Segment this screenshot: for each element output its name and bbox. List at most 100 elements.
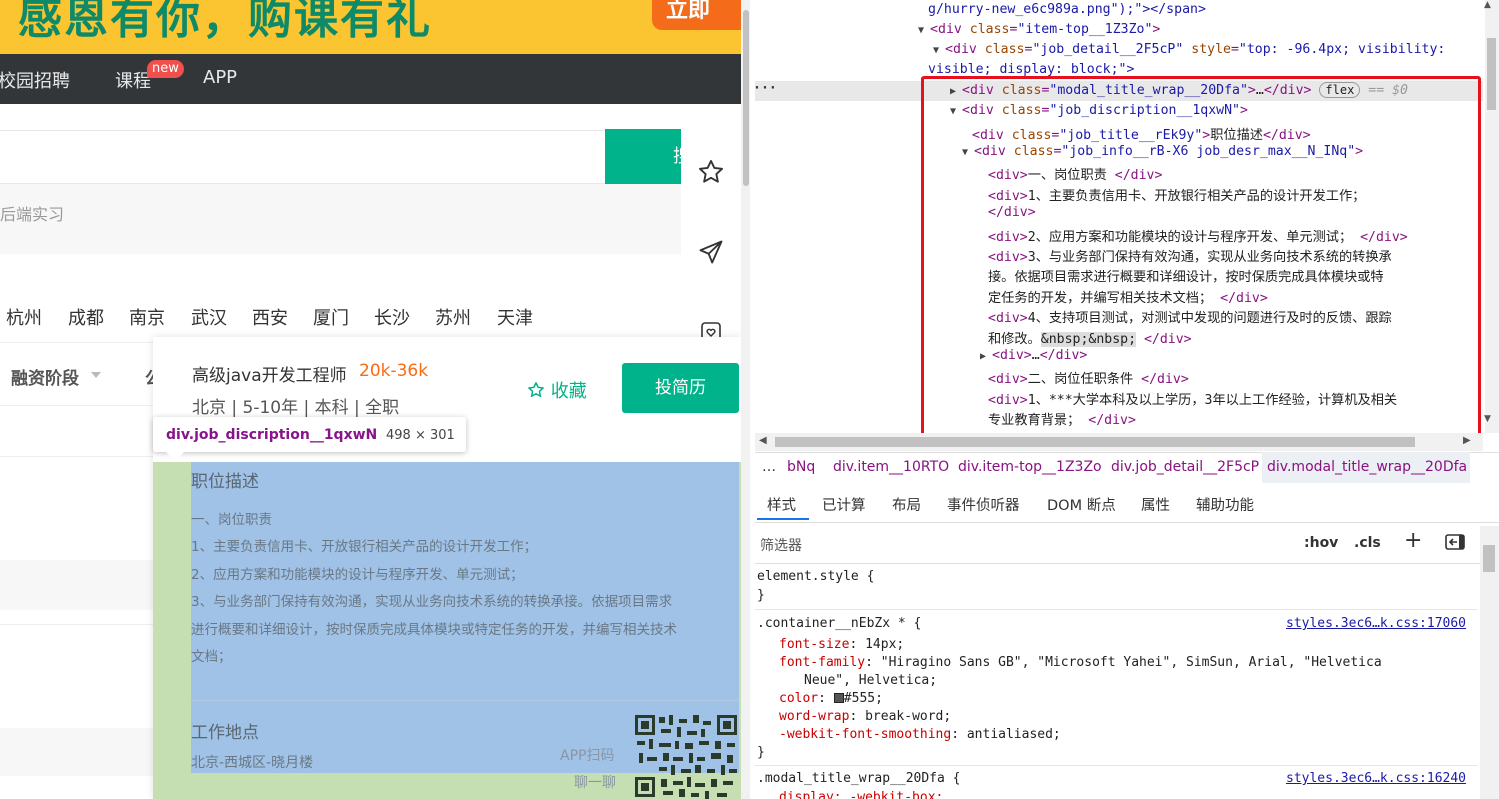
red-annotation-box xyxy=(921,76,1481,438)
job-title[interactable]: 高级java开发工程师 xyxy=(192,361,347,386)
city-suzhou[interactable]: 苏州 xyxy=(435,304,471,330)
scroll-right-icon[interactable]: ▶ xyxy=(1463,435,1471,446)
scroll-up-icon[interactable]: ▲ xyxy=(1484,0,1491,10)
list-item xyxy=(0,560,160,610)
chevron-down-icon xyxy=(91,372,101,378)
city-tianjin[interactable]: 天津 xyxy=(497,304,533,330)
tab-dom-breakpoints[interactable]: DOM 断点 xyxy=(1047,494,1116,515)
breadcrumb-item-active[interactable]: div.modal_title_wrap__20Dfa xyxy=(1267,459,1467,475)
css-property[interactable]: display: -webkit-box; xyxy=(779,790,943,799)
collect-label: 收藏 xyxy=(550,381,587,402)
rule-selector[interactable]: .container__nEbZx * { xyxy=(757,616,921,631)
divider xyxy=(0,624,160,625)
tooltip-arrow xyxy=(166,452,184,461)
app-chat-label: 聊一聊 xyxy=(574,775,616,791)
nav-item-app[interactable]: APP xyxy=(203,67,237,88)
cls-button[interactable]: .cls xyxy=(1354,535,1381,551)
nav-item-courses[interactable]: 课程 xyxy=(115,67,151,93)
element-style-rule[interactable]: element.style { xyxy=(757,569,874,584)
description-line: 一、岗位职责 xyxy=(191,512,272,528)
breadcrumb-item[interactable]: … xyxy=(762,459,776,475)
star-icon[interactable] xyxy=(697,158,725,186)
city-nanjing[interactable]: 南京 xyxy=(129,304,165,330)
breadcrumb-item[interactable]: bNq xyxy=(787,459,815,475)
dom-line[interactable]: visible; display: block;"> xyxy=(928,62,1134,77)
web-page: 感恩有你，购课有礼 立即 校园招聘 课程 new APP 搜 后端实习 杭州 成… xyxy=(0,0,750,799)
dom-vertical-scrollbar-thumb[interactable] xyxy=(1487,38,1496,110)
new-badge: new xyxy=(147,60,184,78)
tab-computed[interactable]: 已计算 xyxy=(822,494,866,515)
css-property[interactable]: font-size: 14px; xyxy=(779,637,904,652)
location-title: 工作地点 xyxy=(191,723,259,743)
send-icon[interactable] xyxy=(697,238,725,266)
banner-text: 感恩有你，购课有礼 xyxy=(18,0,432,44)
nav-item-campus[interactable]: 校园招聘 xyxy=(0,67,70,93)
city-chengdu[interactable]: 成都 xyxy=(68,304,104,330)
css-property[interactable]: -webkit-font-smoothing: antialiased; xyxy=(779,727,1061,742)
tooltip-selector: div.job_discription__1qxwN xyxy=(166,427,378,443)
apply-button[interactable]: 投简历 xyxy=(622,363,739,413)
divider xyxy=(755,609,1477,610)
city-xian[interactable]: 西安 xyxy=(252,304,288,330)
tab-properties[interactable]: 属性 xyxy=(1141,494,1170,515)
dom-node-item-top[interactable]: ▼ <div class="item-top__1Z3Zo"> xyxy=(918,22,1160,37)
toggle-sidebar-icon[interactable] xyxy=(1445,534,1465,550)
side-rail xyxy=(681,104,741,344)
css-property-continuation: Neue", Helvetica; xyxy=(804,673,938,688)
breadcrumb-item[interactable]: div.job_detail__2F5cP xyxy=(1111,459,1259,475)
star-icon xyxy=(528,382,544,397)
rule-source-link[interactable]: styles.3ec6…k.css:17060 xyxy=(1286,616,1466,631)
city-wuhan[interactable]: 武汉 xyxy=(191,304,227,330)
rule-source-link[interactable]: styles.3ec6…k.css:16240 xyxy=(1286,771,1466,786)
list-item xyxy=(0,728,160,776)
divider xyxy=(191,700,739,701)
page-scrollbar-thumb[interactable] xyxy=(743,10,749,186)
scroll-left-icon[interactable]: ◀ xyxy=(759,435,767,446)
rule-close: } xyxy=(757,745,765,760)
divider xyxy=(755,765,1477,766)
city-changsha[interactable]: 长沙 xyxy=(374,304,410,330)
search-hint-text[interactable]: 后端实习 xyxy=(0,201,64,225)
hov-button[interactable]: :hov xyxy=(1304,535,1338,551)
location-value: 北京-西城区-晓月楼 xyxy=(191,755,314,771)
collect-button[interactable]: 收藏 xyxy=(527,377,587,403)
banner-button[interactable]: 立即 xyxy=(652,0,741,30)
css-property[interactable]: color: #555; xyxy=(779,691,883,706)
css-property[interactable]: font-family: "Hiragino Sans GB", "Micros… xyxy=(779,655,1382,670)
dom-node-job-detail[interactable]: ▼ <div class="job_detail__2F5cP" style="… xyxy=(933,42,1445,57)
color-swatch[interactable] xyxy=(833,693,844,703)
styles-filter-input[interactable] xyxy=(756,528,1288,558)
more-dots-icon[interactable]: ··· xyxy=(753,81,777,96)
tab-event-listeners[interactable]: 事件侦听器 xyxy=(947,494,1020,515)
active-tab-indicator xyxy=(757,518,809,520)
description-line: 3、与业务部门保持有效沟通，实现从业务向技术系统的转换承接。依据项目需求 xyxy=(191,594,673,610)
add-rule-icon[interactable]: + xyxy=(1404,528,1422,553)
search-button[interactable]: 搜 xyxy=(605,129,691,184)
description-title: 职位描述 xyxy=(191,472,259,492)
top-nav xyxy=(0,54,741,104)
description-line: 进行概要和详细设计，按时保质完成具体模块或特定任务的开发，并编写相关技术 xyxy=(191,622,677,638)
search-input[interactable] xyxy=(0,130,605,184)
css-property[interactable]: word-wrap: break-word; xyxy=(779,709,951,724)
city-xiamen[interactable]: 厦门 xyxy=(313,304,349,330)
filter-funding-stage[interactable]: 融资阶段 xyxy=(11,364,79,389)
breadcrumb-item[interactable]: div.item__10RTO xyxy=(833,459,949,475)
styles-tabbar xyxy=(755,484,1499,523)
tab-styles[interactable]: 样式 xyxy=(767,494,796,515)
tab-accessibility[interactable]: 辅助功能 xyxy=(1196,494,1254,515)
search-hint-bar xyxy=(0,184,681,254)
divider xyxy=(0,456,160,457)
description-line: 1、主要负责信用卡、开放银行相关产品的设计开发工作； xyxy=(191,539,538,555)
styles-scrollbar-thumb[interactable] xyxy=(1483,545,1495,572)
breadcrumb-item[interactable]: div.item-top__1Z3Zo xyxy=(958,459,1102,475)
dom-horizontal-scrollbar-thumb[interactable] xyxy=(775,437,1415,447)
city-hangzhou[interactable]: 杭州 xyxy=(6,304,42,330)
tab-layout[interactable]: 布局 xyxy=(892,494,921,515)
promo-banner[interactable]: 感恩有你，购课有礼 立即 xyxy=(0,0,741,54)
rule-selector[interactable]: .modal_title_wrap__20Dfa { xyxy=(757,771,961,786)
tooltip-size: 498 × 301 xyxy=(386,428,455,443)
dom-line[interactable]: g/hurry-new_e6c989a.png");"></span> xyxy=(928,2,1206,17)
job-meta: 北京 | 5-10年 | 本科 | 全职 xyxy=(192,398,400,418)
scroll-down-icon[interactable]: ▼ xyxy=(1484,414,1491,424)
description-line: 文档； xyxy=(191,649,232,665)
